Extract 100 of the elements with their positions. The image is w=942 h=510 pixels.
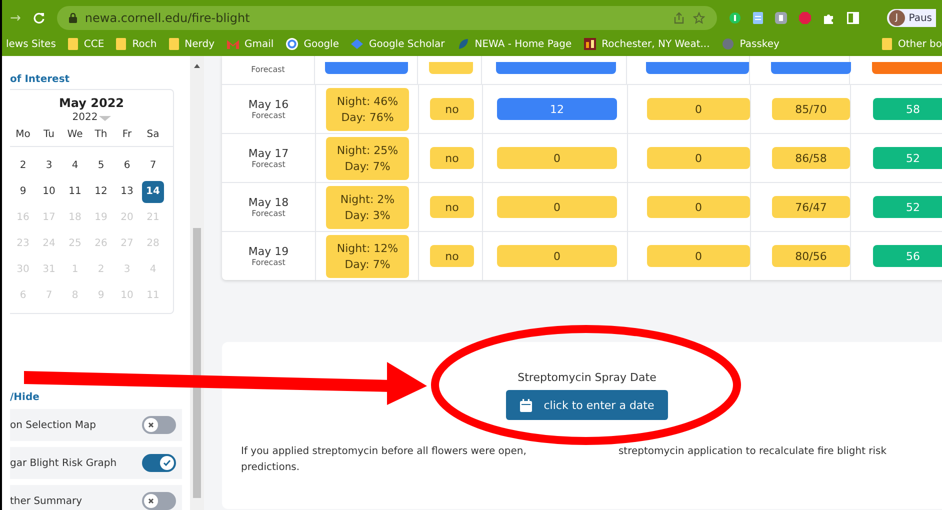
calendar-day[interactable]: 6 bbox=[116, 155, 138, 177]
year-dropdown[interactable]: 2022 bbox=[62, 112, 122, 123]
extension-icon[interactable] bbox=[774, 12, 787, 24]
forecast-label: Forecast bbox=[252, 111, 286, 120]
check-icon bbox=[163, 459, 171, 467]
forecast-label: Forecast bbox=[252, 258, 286, 267]
scrollbar[interactable] bbox=[190, 56, 204, 510]
value-pill: 80/56 bbox=[772, 245, 850, 267]
share-icon[interactable] bbox=[672, 12, 685, 24]
extension-icon[interactable] bbox=[728, 12, 741, 24]
calendar-day[interactable]: 14 bbox=[142, 181, 164, 203]
value-pill: 86/58 bbox=[772, 147, 850, 169]
spray-title: Streptomycin Spray Date bbox=[518, 371, 656, 384]
value-pill: no bbox=[430, 147, 474, 169]
bookmark[interactable]: Nerdy bbox=[168, 38, 215, 50]
bookmark[interactable]: Google bbox=[286, 38, 339, 50]
toggle-label: ther Summary bbox=[10, 496, 82, 506]
forecast-label: Forecast bbox=[252, 209, 286, 218]
value-pill: no bbox=[430, 196, 474, 218]
calendar-day[interactable]: 3 bbox=[38, 155, 60, 177]
weekday-label: Tu bbox=[42, 129, 56, 140]
cross-icon bbox=[147, 421, 155, 429]
scholar-icon bbox=[350, 38, 363, 50]
document-icon[interactable] bbox=[752, 12, 763, 24]
value-pill: Night: 2% Day: 3% bbox=[326, 186, 409, 228]
section-title: /Hide bbox=[10, 392, 40, 403]
bookmark[interactable]: NEWA - Home Page bbox=[456, 38, 572, 50]
mail-icon bbox=[226, 40, 239, 48]
weekday-label: Fr bbox=[121, 129, 133, 140]
lock-icon bbox=[68, 13, 77, 23]
value-pill: 76/47 bbox=[772, 196, 850, 218]
sidebar-icon[interactable] bbox=[846, 12, 859, 24]
value-pill: 0 bbox=[497, 245, 617, 267]
value-pill: no bbox=[430, 98, 474, 120]
calendar-day[interactable]: 12 bbox=[90, 181, 112, 203]
leaf-icon bbox=[456, 38, 469, 50]
value-pill: 58 bbox=[873, 98, 942, 120]
toggle-switch[interactable] bbox=[142, 454, 176, 472]
folder-icon bbox=[168, 38, 179, 50]
note-text: predictions. bbox=[241, 461, 300, 475]
puzzle-icon[interactable] bbox=[822, 12, 835, 24]
calendar-day[interactable]: 10 bbox=[38, 181, 60, 203]
caret-icon bbox=[98, 114, 111, 120]
bookmark[interactable]: Rochester, NY Weat... bbox=[584, 38, 710, 50]
scrollbar-thumb[interactable] bbox=[193, 228, 201, 498]
value-pill: 0 bbox=[647, 147, 750, 169]
scroll-up-icon[interactable] bbox=[194, 64, 200, 68]
folder-icon bbox=[68, 38, 78, 50]
bookmark[interactable]: lews Sites bbox=[6, 38, 56, 50]
value-pill: 0 bbox=[497, 147, 617, 169]
bookmark[interactable]: Gmail bbox=[226, 38, 274, 50]
value-pill: 52 bbox=[873, 196, 942, 218]
value-pill: Night: 12% Day: 7% bbox=[326, 234, 409, 278]
value-pill: 85/70 bbox=[772, 98, 850, 120]
toggle-label: on Selection Map bbox=[10, 420, 96, 430]
calendar-day[interactable]: 13 bbox=[116, 181, 138, 203]
calendar-day[interactable]: 4 bbox=[64, 155, 86, 177]
calendar-day[interactable]: 7 bbox=[142, 155, 164, 177]
note-text: streptomycin application to recalculate fire blight risk bbox=[618, 445, 887, 459]
date-label: May 16 bbox=[248, 98, 289, 111]
weekday-label: Mo bbox=[14, 129, 32, 140]
value-pill: 12 bbox=[497, 98, 617, 120]
calendar-day[interactable]: 9 bbox=[12, 181, 34, 203]
weekday-label: Th bbox=[94, 129, 108, 140]
calendar-day[interactable]: 11 bbox=[64, 181, 86, 203]
forward-icon[interactable]: → bbox=[10, 10, 21, 26]
bookmark[interactable]: CCE bbox=[68, 38, 104, 50]
folder-icon bbox=[882, 38, 892, 50]
enter-date-button[interactable]: click to enter a date bbox=[506, 390, 668, 420]
bookmark[interactable]: Roch bbox=[116, 38, 157, 50]
date-label: May 17 bbox=[248, 147, 289, 160]
bookmark[interactable]: Passkey bbox=[722, 38, 780, 50]
toggle-label: gar Blight Risk Graph bbox=[10, 458, 117, 468]
calendar-day[interactable]: 2 bbox=[12, 155, 34, 177]
value-pill: 0 bbox=[647, 98, 750, 120]
globe-icon bbox=[722, 38, 734, 50]
folder-icon bbox=[116, 38, 126, 50]
value-pill: 0 bbox=[497, 196, 617, 218]
toggle-switch[interactable] bbox=[142, 492, 176, 510]
date-label: May 18 bbox=[248, 196, 289, 209]
toggle-switch[interactable] bbox=[142, 416, 176, 434]
value-pill: 56 bbox=[873, 245, 942, 267]
value-pill: 0 bbox=[647, 196, 750, 218]
calendar-day[interactable]: 5 bbox=[90, 155, 112, 177]
bookmark[interactable]: Google Scholar bbox=[350, 38, 445, 50]
cross-icon bbox=[147, 497, 155, 505]
forecast-label: Forecast bbox=[251, 65, 285, 74]
value-pill: Night: 25% Day: 7% bbox=[326, 136, 409, 180]
weather-icon bbox=[584, 38, 596, 50]
profile-button[interactable]: J Paus bbox=[886, 9, 936, 27]
value-pill: Night: 46% Day: 76% bbox=[326, 88, 409, 130]
value-pill: 0 bbox=[647, 245, 750, 267]
star-icon[interactable] bbox=[692, 12, 705, 24]
calendar-month: May 2022 bbox=[58, 96, 126, 110]
bookmark[interactable]: Other bo bbox=[882, 38, 942, 50]
forecast-label: Forecast bbox=[252, 160, 286, 169]
weekday-label: Sa bbox=[146, 129, 160, 140]
address-bar[interactable]: newa.cornell.edu/fire-blight bbox=[56, 6, 717, 30]
reload-icon[interactable] bbox=[32, 12, 45, 24]
section-title: of Interest bbox=[10, 74, 71, 85]
